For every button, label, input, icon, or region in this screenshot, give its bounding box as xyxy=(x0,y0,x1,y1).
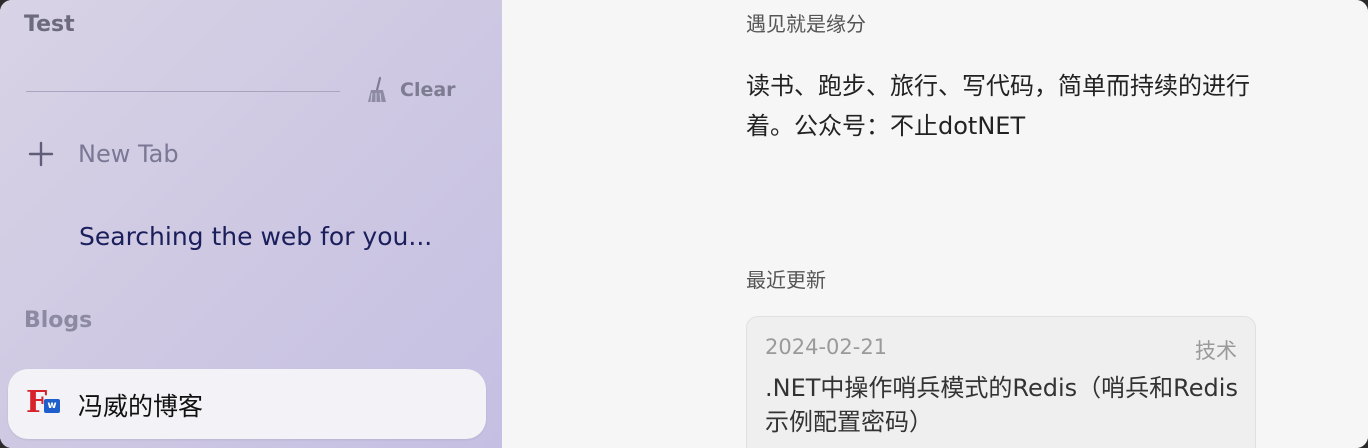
post-tag[interactable]: 技术 xyxy=(1195,335,1237,365)
post-title[interactable]: .NET中操作哨兵模式的Redis（哨兵和Redis示例配置密码） xyxy=(765,371,1245,439)
broom-icon xyxy=(368,76,386,103)
blog-favicon-icon: F w xyxy=(26,385,64,420)
section-title-blogs: Blogs xyxy=(24,308,93,333)
divider xyxy=(26,91,340,92)
sidebar-item-blog[interactable]: F w 冯威的博客 xyxy=(8,369,486,439)
sidebar-item-label: 冯威的博客 xyxy=(78,392,204,421)
new-tab-button[interactable]: New Tab xyxy=(28,140,179,168)
section-title-test: Test xyxy=(24,12,75,37)
plus-icon xyxy=(28,141,54,167)
sidebar: Test Clear New Tab Searching the web for… xyxy=(0,0,502,448)
clear-button[interactable]: Clear xyxy=(366,76,456,104)
bio-text: 读书、跑步、旅行、写代码，简单而持续的进行着。公众号：不止dotNET xyxy=(746,72,1250,140)
post-date: 2024-02-21 xyxy=(765,335,888,359)
new-tab-label: New Tab xyxy=(78,140,179,168)
tab-searching[interactable]: Searching the web for you... xyxy=(79,222,432,251)
section-heading-recent: 最近更新 xyxy=(746,268,826,292)
favicon-badge: w xyxy=(44,399,60,413)
browser-window: Test Clear New Tab Searching the web for… xyxy=(0,0,1368,448)
main-content: 遇见就是缘分 读书、跑步、旅行、写代码，简单而持续的进行着。公众号：不止dotN… xyxy=(502,0,1368,448)
section-heading-meet: 遇见就是缘分 xyxy=(746,12,866,36)
post-card[interactable]: 2024-02-21 技术 .NET中操作哨兵模式的Redis（哨兵和Redis… xyxy=(746,316,1256,448)
clear-label: Clear xyxy=(400,79,456,101)
